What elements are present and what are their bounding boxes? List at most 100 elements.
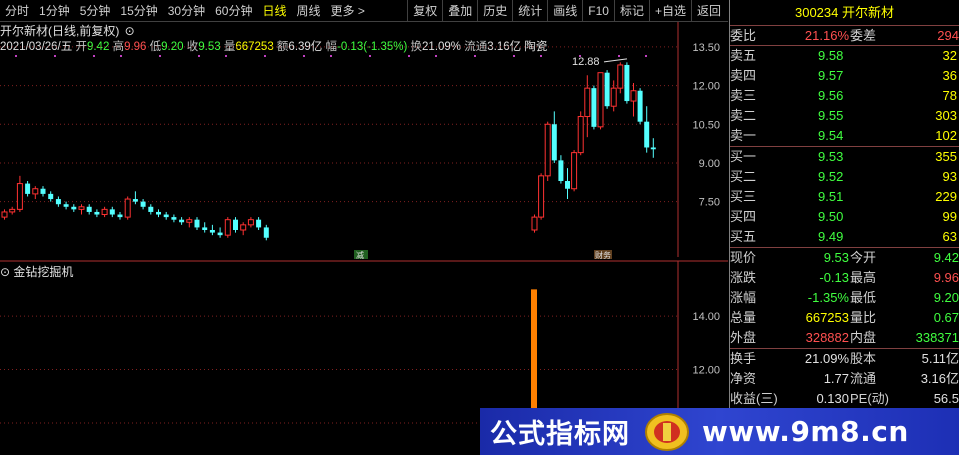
level-price: 9.51 bbox=[818, 189, 844, 204]
level-volume: 303 bbox=[935, 108, 957, 123]
period-tab[interactable]: 30分钟 bbox=[163, 0, 210, 22]
ask-row[interactable]: 卖五 9.58 32 bbox=[730, 46, 959, 66]
fin-row: 换手 21.09% 股本 5.11亿 bbox=[730, 349, 959, 369]
signal-dot bbox=[408, 55, 410, 57]
fin-value: 1.77 bbox=[823, 371, 849, 386]
level-label: 买三 bbox=[730, 189, 757, 204]
stat-value: 9.42 bbox=[933, 250, 959, 265]
weicha-value: 294 bbox=[937, 28, 959, 43]
candle-body bbox=[94, 211, 100, 215]
candle-body bbox=[604, 72, 610, 107]
candle-body bbox=[544, 123, 551, 177]
peak-arrow bbox=[603, 58, 628, 63]
ask-row[interactable]: 卖三 9.56 78 bbox=[730, 86, 959, 106]
period-toolbar: 分时 1分钟 5分钟 15分钟 30分钟 60分钟 日线 周线 更多 > 复权 叠加 历史 统计 画线 F… bbox=[0, 0, 728, 22]
toolbar-action-button[interactable]: 统计 bbox=[512, 0, 547, 22]
toolbar-action-button[interactable]: +自选 bbox=[648, 0, 691, 22]
y-tick-label: 14.00 bbox=[692, 311, 720, 323]
period-tab[interactable]: 周线 bbox=[291, 0, 325, 22]
candle-body bbox=[233, 219, 238, 230]
signal-dot bbox=[225, 55, 227, 57]
period-tab[interactable]: 更多 > bbox=[326, 0, 370, 22]
fin-value: 21.09% bbox=[804, 351, 849, 366]
y-tick-label: 10.50 bbox=[692, 119, 720, 131]
fin-value: 56.5 bbox=[933, 391, 959, 406]
period-tab[interactable]: 1分钟 bbox=[34, 0, 75, 22]
candle-body bbox=[538, 175, 545, 218]
toolbar-action-button[interactable]: 复权 bbox=[407, 0, 442, 22]
signal-dot bbox=[513, 55, 515, 57]
level-label: 卖一 bbox=[730, 128, 757, 143]
signal-dot bbox=[330, 55, 332, 57]
toolbar-action-button[interactable]: 标记 bbox=[613, 0, 649, 22]
candle-body bbox=[1, 211, 8, 218]
dropdown-circle-icon[interactable]: ⊙ bbox=[0, 265, 10, 279]
bid-levels: 买一 9.53 355 买二 9.52 93 买三 9.51 229 买四 9.50 99 买五 9.49… bbox=[730, 147, 959, 247]
candle-body bbox=[551, 124, 557, 161]
bid-row[interactable]: 买二 9.52 93 bbox=[730, 167, 959, 187]
signal-dot bbox=[15, 55, 17, 57]
period-tab[interactable]: 分时 bbox=[0, 0, 34, 22]
period-tab[interactable]: 60分钟 bbox=[210, 0, 257, 22]
toolbar-action-button[interactable]: 画线 bbox=[547, 0, 582, 22]
ask-row[interactable]: 卖二 9.55 303 bbox=[730, 106, 959, 126]
candle-body bbox=[186, 219, 193, 223]
stat-label: 今开 bbox=[850, 250, 877, 265]
candle-body bbox=[40, 188, 46, 194]
banner-text-right: www.9m8.cn bbox=[702, 415, 909, 448]
chart-area[interactable]: 开尔新材(日线,前复权) ⊙ 2021/03/26/五 开9.42 高9.96 … bbox=[0, 22, 728, 455]
candle-body bbox=[217, 232, 223, 236]
candle-body bbox=[109, 209, 115, 215]
bid-row[interactable]: 买四 9.50 99 bbox=[730, 207, 959, 227]
candle-body bbox=[591, 88, 597, 127]
fin-row: 收益(三) 0.130 PE(动) 56.5 bbox=[730, 389, 959, 409]
webi-label: 委比 bbox=[730, 28, 757, 43]
toolbar-action-button[interactable]: 返回 bbox=[690, 0, 726, 22]
level-price: 9.50 bbox=[818, 209, 844, 224]
level-label: 买四 bbox=[730, 209, 757, 224]
candle-body bbox=[71, 206, 77, 210]
toolbar-action-button[interactable]: 历史 bbox=[477, 0, 512, 22]
stat-label: 总量 bbox=[730, 310, 757, 325]
fin-value: 3.16亿 bbox=[920, 371, 959, 386]
signal-dot bbox=[435, 55, 437, 57]
bid-row[interactable]: 买五 9.49 63 bbox=[730, 227, 959, 247]
period-tab[interactable]: 日线 bbox=[257, 0, 291, 22]
candlestick-chart[interactable]: 13.50 12.00 10.50 9.00 7.50 12.88 减 财务 14.00 12.0… bbox=[0, 22, 728, 455]
candle-body bbox=[202, 227, 208, 230]
signal-dot bbox=[54, 55, 56, 57]
fin-label: 净资 bbox=[730, 371, 757, 386]
site-banner[interactable]: 公式指标网 www.9m8.cn bbox=[480, 408, 959, 455]
candle-body bbox=[224, 219, 231, 236]
level-label: 卖四 bbox=[730, 68, 757, 83]
fin-value: 5.11亿 bbox=[921, 351, 959, 366]
event-mark-label: 减 bbox=[356, 250, 364, 260]
period-tab[interactable]: 5分钟 bbox=[75, 0, 116, 22]
candle-body bbox=[263, 227, 269, 238]
stat-row: 涨跌 -0.13 最高 9.96 bbox=[730, 268, 959, 288]
logo-icon bbox=[645, 412, 689, 451]
period-tab[interactable]: 15分钟 bbox=[115, 0, 162, 22]
quote-title: 300234 开尔新材 bbox=[730, 0, 959, 26]
level-volume: 229 bbox=[935, 189, 957, 204]
bid-row[interactable]: 买一 9.53 355 bbox=[730, 147, 959, 167]
level-volume: 93 bbox=[942, 169, 957, 184]
signal-dot bbox=[120, 55, 122, 57]
stat-label: 量比 bbox=[850, 310, 877, 325]
stat-row: 现价 9.53 今开 9.42 bbox=[730, 248, 959, 268]
peak-label: 12.88 bbox=[572, 56, 600, 68]
stock-name: 开尔新材 bbox=[842, 5, 895, 20]
indicator-name[interactable]: 金钻挖掘机 bbox=[13, 265, 73, 279]
fin-label: 流通 bbox=[850, 371, 877, 386]
candle-body bbox=[86, 206, 92, 212]
stat-value: 9.20 bbox=[933, 290, 959, 305]
toolbar-action-button[interactable]: F10 bbox=[582, 0, 614, 22]
toolbar-action-button[interactable]: 叠加 bbox=[442, 0, 477, 22]
y-tick-label: 9.00 bbox=[699, 158, 720, 170]
stock-code: 300234 bbox=[794, 5, 839, 20]
stat-value: 0.67 bbox=[933, 310, 959, 325]
candle-body bbox=[637, 90, 643, 122]
ask-row[interactable]: 卖一 9.54 102 bbox=[730, 126, 959, 146]
ask-row[interactable]: 卖四 9.57 36 bbox=[730, 66, 959, 86]
bid-row[interactable]: 买三 9.51 229 bbox=[730, 187, 959, 207]
